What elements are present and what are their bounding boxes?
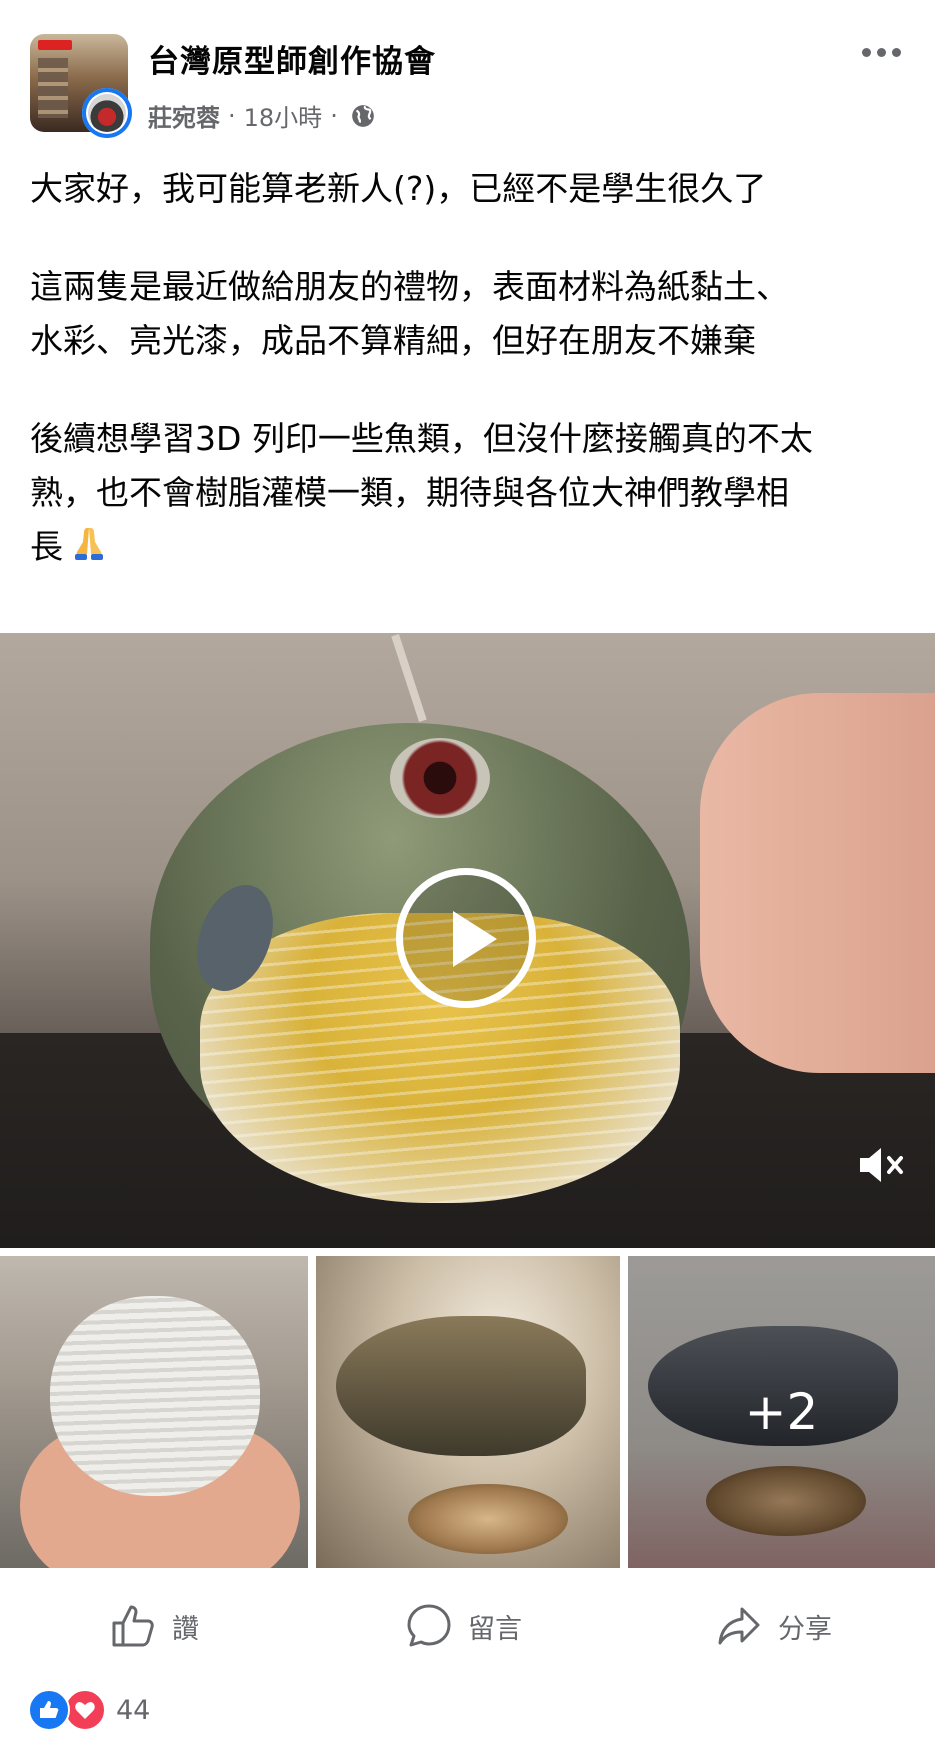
share-button[interactable]: 分享 [714,1598,832,1654]
post-paragraph-2-line-2: 水彩、亮光漆，成品不算精細，但好在朋友不嫌棄 [30,321,756,360]
post-text-fragment: 長 [30,527,63,566]
post-paragraph-3-line-2: 熟，也不會樹脂灌模一類，期待與各位大神們教學相 [30,473,789,512]
post-timestamp[interactable]: 18小時 [244,98,323,133]
like-label: 讚 [172,1613,199,1645]
author-avatar[interactable] [82,88,132,138]
post-body: 大家好，我可能算老新人(?)，已經不是學生很久了 這兩隻是最近做給朋友的禮物，表… [30,162,910,574]
reaction-summary[interactable]: 44 [28,1689,151,1731]
thumbs-up-icon [112,1605,154,1647]
pray-emoji-icon [75,528,103,560]
reaction-count: 44 [116,1694,151,1726]
post-header: 台灣原型師創作協會 莊宛蓉 · 18小時 · [0,0,935,140]
comment-label: 留言 [468,1613,522,1645]
like-reaction-icon [28,1689,70,1731]
page-avatar[interactable] [30,34,136,138]
page-name-link[interactable]: 台灣原型師創作協會 [148,36,436,81]
love-reaction-icon [64,1689,106,1731]
photo-thumbnail-3[interactable]: +2 [628,1256,935,1568]
post-meta: 莊宛蓉 · 18小時 · [148,98,376,133]
share-label: 分享 [778,1613,832,1645]
post-paragraph-3-line-1: 後續想學習3D 列印一些魚類，但沒什麼接觸真的不太 [30,419,813,458]
photo-thumbnail-2[interactable] [316,1256,620,1568]
comment-bubble-icon [407,1604,451,1647]
play-icon[interactable] [396,868,536,1008]
post-paragraph-2-line-1: 這兩隻是最近做給朋友的禮物，表面材料為紙黏土、 [30,267,789,306]
meta-separator-2: · [330,101,338,130]
more-options-icon[interactable] [862,40,912,64]
photo-thumbnail-1[interactable] [0,1256,308,1568]
post-paragraph-1: 大家好，我可能算老新人(?)，已經不是學生很久了 [30,169,767,208]
hand-image [700,693,935,1073]
like-button[interactable]: 讚 [108,1598,199,1654]
meta-separator: · [228,101,236,130]
share-arrow-icon [718,1607,760,1645]
post-paragraph-3-line-3: 長 [30,520,910,574]
globe-icon [351,104,374,127]
more-photos-count[interactable]: +2 [628,1256,935,1568]
author-name-link[interactable]: 莊宛蓉 [148,98,220,133]
muted-speaker-icon[interactable] [856,1143,906,1187]
post-action-bar: 讚 留言 分享 [0,1576,935,1676]
comment-button[interactable]: 留言 [404,1598,522,1654]
